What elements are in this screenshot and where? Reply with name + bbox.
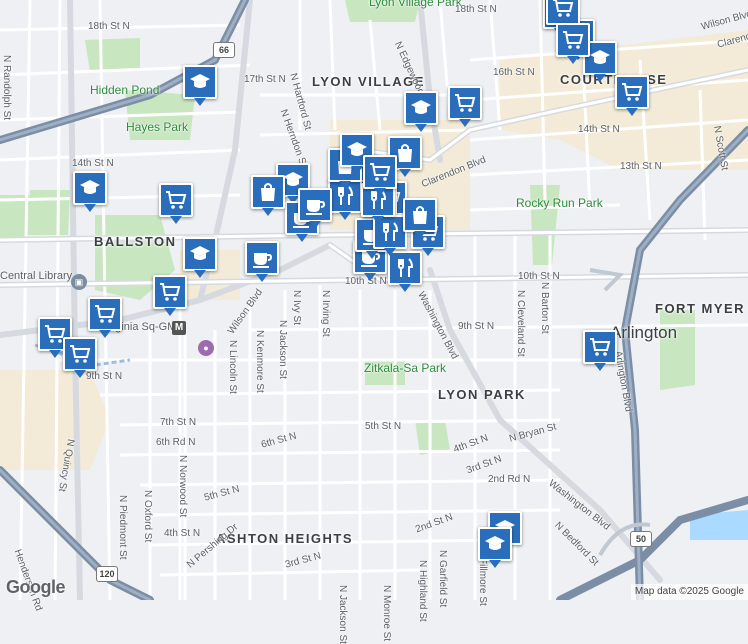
museum-icon[interactable]: ● <box>198 340 214 356</box>
street-label: N Barton St <box>539 282 550 334</box>
shopping-cart-icon <box>553 0 574 17</box>
shopping-cart-icon <box>590 338 611 356</box>
neighborhood-label: LYON PARK <box>438 387 526 402</box>
neighborhood-label: ASHTON HEIGHTS <box>216 531 354 546</box>
school-marker[interactable] <box>404 91 438 132</box>
shopping-bag-marker[interactable] <box>403 198 437 239</box>
shopping-cart-icon <box>95 305 116 323</box>
coffee-cup-icon <box>306 200 326 215</box>
library-icon[interactable]: ▣ <box>71 274 87 290</box>
street-label: N Garfield St <box>437 550 448 608</box>
school-icon <box>190 74 210 88</box>
shopping-cart-marker[interactable] <box>615 75 649 116</box>
street-label: N Ivy St <box>291 290 302 326</box>
school-icon <box>485 536 505 550</box>
metro-icon[interactable]: M <box>172 321 186 335</box>
neighborhood-label: FORT MYER <box>655 301 746 316</box>
street-label: 4th St N <box>164 528 201 539</box>
street-label: 10th St N <box>518 271 560 282</box>
street-label: N Monroe St <box>381 585 392 642</box>
place-label[interactable]: Central Library <box>0 270 72 282</box>
shopping-cart-icon <box>622 83 643 101</box>
park-label: Hayes Park <box>126 120 189 134</box>
shopping-bag-icon <box>261 183 275 201</box>
shopping-cart-marker[interactable] <box>448 86 482 127</box>
street-label: N Jackson St <box>337 585 348 644</box>
route-shield: 50 <box>630 531 652 547</box>
school-marker[interactable] <box>478 527 512 568</box>
shopping-cart-marker[interactable] <box>363 155 397 196</box>
city-label: Arlington <box>610 323 678 342</box>
school-icon <box>590 50 610 64</box>
shopping-cart-marker[interactable] <box>159 183 193 224</box>
street-label: N Highland St <box>417 560 428 622</box>
coffee-cup-marker[interactable] <box>298 188 332 229</box>
street-label: N Piedmont St <box>117 495 128 560</box>
street-label: N Lincoln St <box>227 340 238 394</box>
shopping-cart-marker[interactable] <box>88 297 122 338</box>
route-shield: 120 <box>96 566 118 582</box>
shopping-cart-marker[interactable] <box>583 330 617 371</box>
school-marker[interactable] <box>183 65 217 106</box>
street-label: 9th St N <box>86 371 123 382</box>
park-label: Hidden Pond <box>90 83 160 97</box>
shopping-cart-marker[interactable] <box>153 275 187 316</box>
shopping-cart-icon <box>563 31 584 49</box>
interstate-shield: 66 <box>213 42 235 58</box>
shopping-bag-icon <box>413 206 427 224</box>
street-label: 14th St N <box>72 158 114 169</box>
school-marker[interactable] <box>73 171 107 212</box>
shopping-cart-icon <box>70 345 91 363</box>
street-label: N Randolph St <box>1 55 12 121</box>
street-label: N Irving St <box>320 290 331 337</box>
street-label: N Cleveland St <box>515 290 526 357</box>
park-label: Lyon Village Park <box>369 0 462 9</box>
shopping-cart-icon <box>370 163 391 181</box>
school-icon <box>80 180 100 194</box>
street-label: 18th St N <box>88 21 130 32</box>
school-marker[interactable] <box>183 237 217 278</box>
shopping-cart-icon <box>160 283 181 301</box>
shopping-cart-marker[interactable] <box>556 23 590 64</box>
street-label: 5th St N <box>365 421 402 432</box>
coffee-cup-icon <box>253 253 273 268</box>
restaurant-marker[interactable] <box>388 251 422 292</box>
street-label: N Kenmore St <box>254 330 265 393</box>
street-label: 14th St N <box>578 124 620 135</box>
street-label: 6th Rd N <box>156 437 196 448</box>
map-attribution[interactable]: Map data ©2025 Google <box>630 584 748 600</box>
shopping-cart-icon <box>455 94 476 112</box>
park-label: Rocky Run Park <box>516 196 603 210</box>
neighborhood-label: BALLSTON <box>94 234 177 249</box>
street-label: 17th St N <box>244 74 286 85</box>
street-label: 13th St N <box>620 161 662 172</box>
coffee-cup-marker[interactable] <box>245 241 279 282</box>
street-label: N Oxford St <box>142 490 153 543</box>
street-label: 7th St N <box>160 417 197 428</box>
restaurant-icon <box>398 258 414 277</box>
shopping-cart-marker[interactable] <box>546 0 580 32</box>
street-label: N Norwood St <box>177 455 188 518</box>
park-label: Zitkala-Sa Park <box>364 361 447 375</box>
street-label: 18th St N <box>455 4 497 15</box>
street-label: 9th St N <box>458 321 495 332</box>
school-icon <box>190 246 210 260</box>
google-logo: Google <box>6 577 66 597</box>
street-label: N Jackson St <box>277 320 288 379</box>
shopping-cart-icon <box>166 191 187 209</box>
shopping-bag-marker[interactable] <box>251 175 285 216</box>
school-icon <box>411 100 431 114</box>
street-label: 16th St N <box>493 67 535 78</box>
street-label: 2nd Rd N <box>488 474 531 485</box>
map-canvas[interactable]: LYON VILLAGE COURTHOUSE BALLSTON FORT MY… <box>0 0 748 644</box>
shopping-cart-marker[interactable] <box>63 337 97 378</box>
